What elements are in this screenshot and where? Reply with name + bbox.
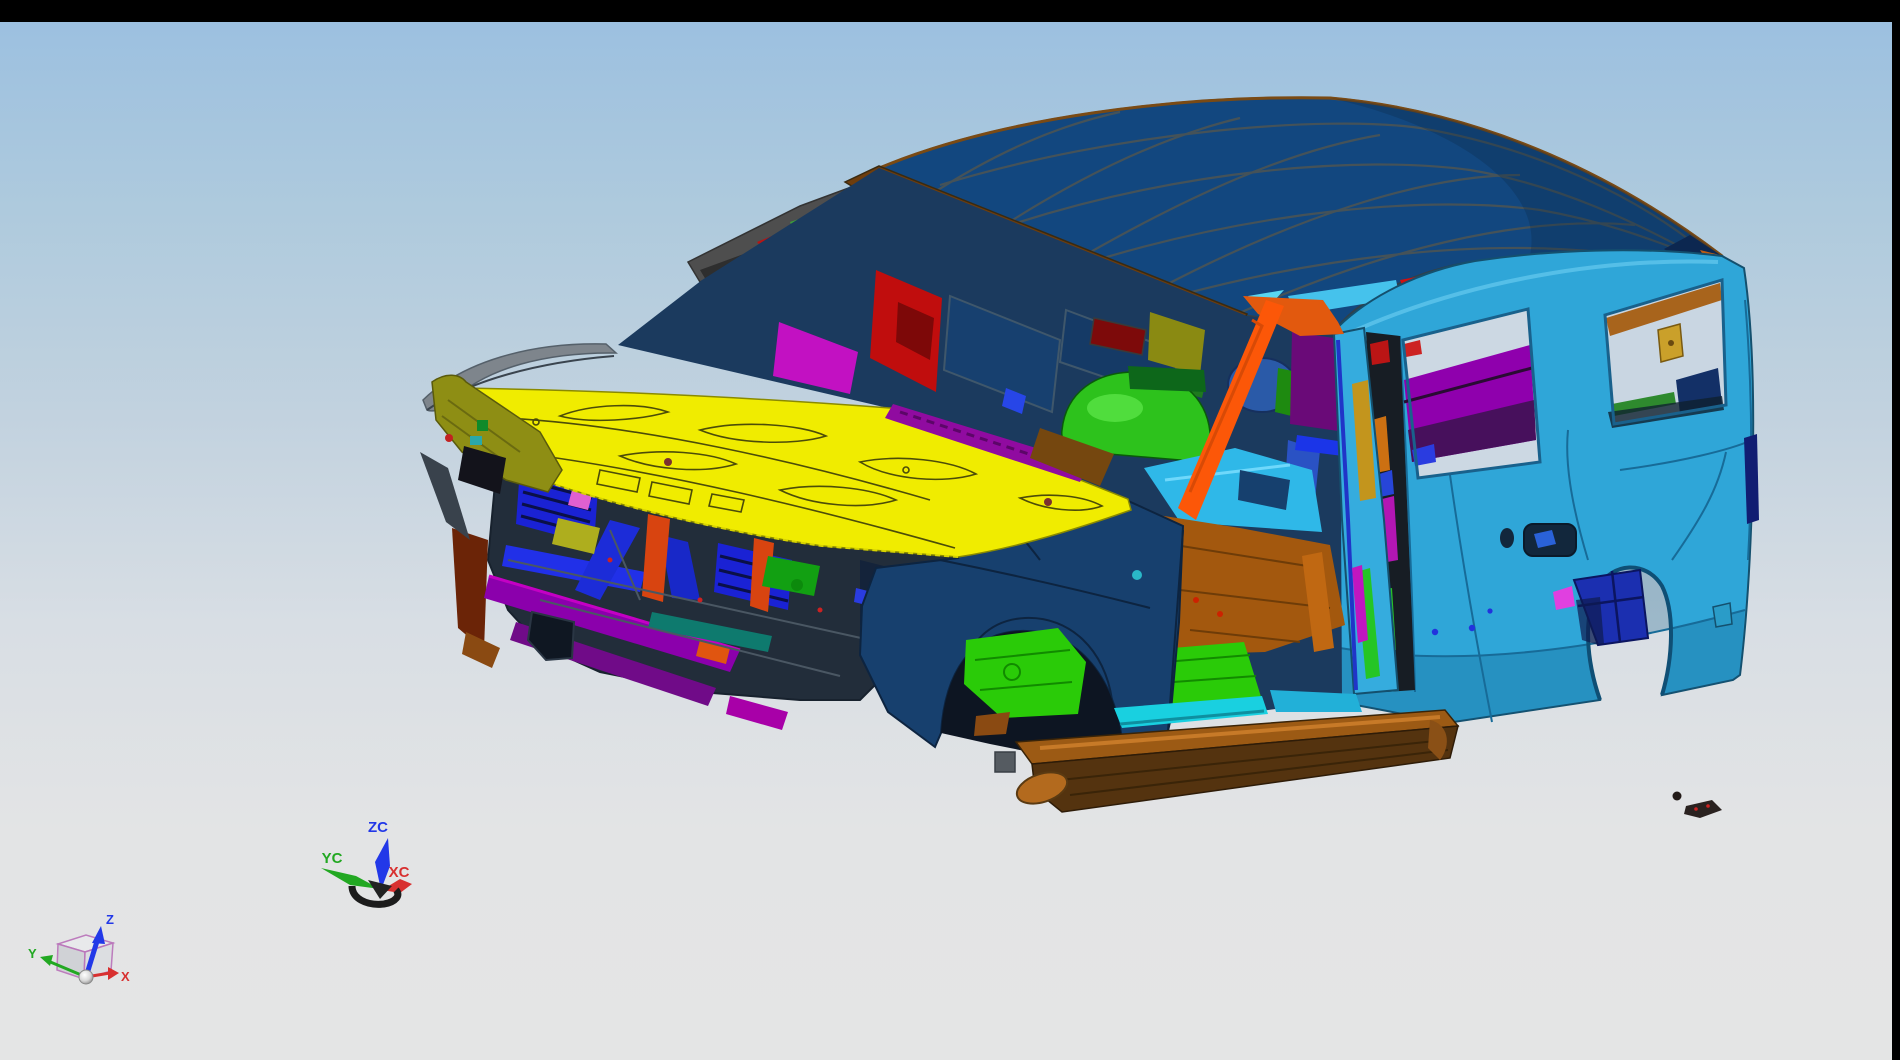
fender-green-bit bbox=[477, 420, 488, 431]
cad-application-window: ZC YC XC Z Y X bbox=[0, 0, 1900, 1060]
bracket-hole bbox=[1668, 340, 1674, 346]
abs-origin-sphere bbox=[79, 970, 93, 984]
handle-oval bbox=[1500, 528, 1514, 548]
abs-x-label: X bbox=[121, 969, 130, 984]
board-bracket bbox=[995, 752, 1015, 772]
fender-teal-dot bbox=[1132, 570, 1142, 580]
wcs-triad[interactable]: ZC YC XC bbox=[321, 819, 412, 904]
dome-highlight bbox=[1087, 394, 1143, 422]
wcs-y-axis-arrow[interactable] bbox=[321, 868, 380, 889]
abs-y-label: Y bbox=[28, 946, 37, 961]
window-right-edge bbox=[1892, 0, 1900, 1060]
wcs-y-label: YC bbox=[322, 850, 343, 867]
loose-debris-parts[interactable] bbox=[1673, 792, 1723, 819]
abs-z-arrowhead bbox=[92, 926, 105, 944]
wcs-x-label: XC bbox=[389, 864, 410, 881]
hood-bolt-1 bbox=[664, 458, 672, 466]
abs-y-arrowhead bbox=[40, 955, 53, 966]
abs-z-label: Z bbox=[106, 912, 114, 927]
car-body-model[interactable] bbox=[420, 98, 1759, 818]
graphics-canvas[interactable]: ZC YC XC Z Y X bbox=[0, 22, 1892, 1060]
debris-bolt[interactable] bbox=[1673, 792, 1682, 801]
bumper-maroon-left bbox=[452, 528, 488, 650]
seat-panel-dark-green bbox=[1128, 366, 1206, 392]
debris-red-speck-1 bbox=[1694, 807, 1698, 811]
window-top-edge bbox=[0, 0, 1900, 22]
wcs-z-label: ZC bbox=[368, 819, 388, 836]
magenta-low bbox=[726, 696, 788, 730]
fender-teal-bit bbox=[470, 436, 482, 445]
debris-red-speck-2 bbox=[1706, 804, 1710, 808]
abs-csys-triad: Z Y X bbox=[28, 912, 130, 984]
rear-door-window[interactable] bbox=[1403, 309, 1540, 478]
hood-bolt-2 bbox=[1044, 498, 1052, 506]
fender-red-dot bbox=[445, 434, 453, 442]
floor-red-speck-1 bbox=[1193, 597, 1199, 603]
arch-bracket-tab bbox=[1713, 603, 1732, 627]
debris-bracket[interactable] bbox=[1684, 800, 1722, 818]
abs-x-arrowhead bbox=[108, 967, 119, 980]
floor-red-speck-2 bbox=[1217, 611, 1223, 617]
3d-viewport[interactable]: ZC YC XC Z Y X bbox=[0, 22, 1892, 1060]
green-knob bbox=[791, 579, 803, 591]
